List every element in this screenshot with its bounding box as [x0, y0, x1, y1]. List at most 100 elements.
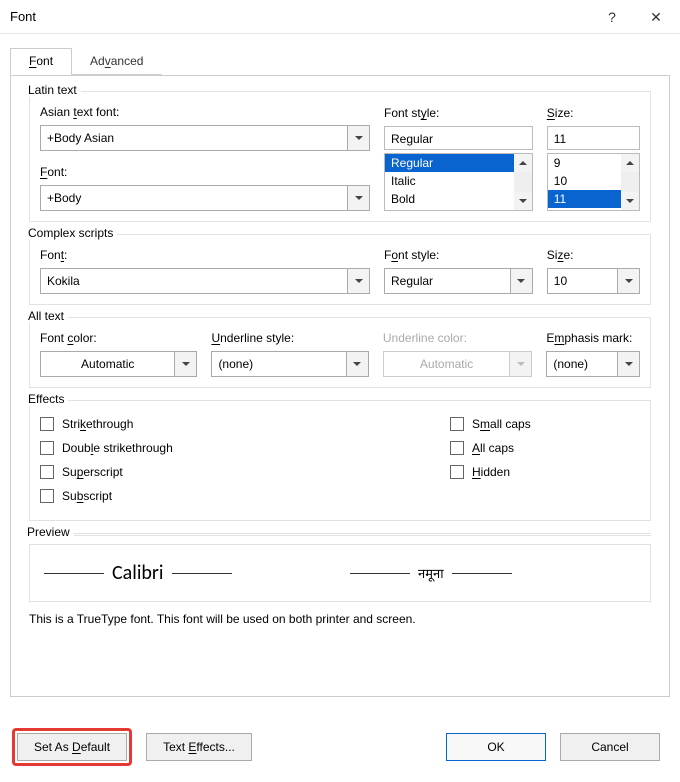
size-value: 11: [548, 127, 639, 149]
label: Superscript: [62, 465, 123, 479]
complex-size-label: Size:: [547, 248, 640, 262]
set-as-default-button[interactable]: Set As Default: [17, 733, 127, 761]
chevron-down-icon[interactable]: [347, 269, 369, 293]
group-effects-title: Effects: [28, 392, 68, 406]
complex-font-combo[interactable]: Kokila: [40, 268, 370, 294]
chevron-down-icon[interactable]: [174, 352, 196, 376]
group-preview-title: Preview: [27, 525, 74, 539]
button-label: Set As Default: [34, 740, 110, 754]
complex-size-value: 10: [548, 269, 617, 293]
asian-font-combo[interactable]: +Body Asian: [40, 125, 370, 151]
tab-font[interactable]: Font: [10, 48, 72, 75]
preview-rule: [350, 573, 410, 574]
latin-font-label: Font:: [40, 165, 370, 179]
ok-button[interactable]: OK: [446, 733, 546, 761]
label: Hidden: [472, 465, 510, 479]
font-color-label: Font color:: [40, 331, 197, 345]
font-style-listbox[interactable]: Regular Italic Bold: [384, 153, 533, 211]
asian-font-label: Asian text font:: [40, 105, 370, 119]
complex-style-value: Regular: [385, 269, 510, 293]
font-style-label: Font style:: [384, 106, 533, 120]
group-complex-scripts: Complex scripts Font: Kokila Font style:…: [29, 234, 651, 305]
group-effects: Effects Strikethrough Double strikethrou…: [29, 400, 651, 521]
checkbox-superscript[interactable]: Superscript: [40, 465, 436, 479]
scroll-down-icon[interactable]: [514, 192, 532, 210]
button-label: Text Effects...: [163, 740, 235, 754]
cancel-button[interactable]: Cancel: [560, 733, 660, 761]
underline-color-combo: Automatic: [383, 351, 532, 377]
underline-style-value: (none): [212, 352, 345, 376]
chevron-down-icon[interactable]: [617, 352, 639, 376]
preview-sample-latin: Calibri: [112, 561, 164, 585]
checkbox-icon: [40, 489, 54, 503]
complex-font-value: Kokila: [41, 269, 347, 293]
latin-font-value: +Body: [41, 186, 347, 210]
checkbox-hidden[interactable]: Hidden: [450, 465, 640, 479]
checkbox-all-caps[interactable]: All caps: [450, 441, 640, 455]
chevron-down-icon[interactable]: [346, 352, 368, 376]
complex-style-combo[interactable]: Regular: [384, 268, 533, 294]
checkbox-icon: [40, 465, 54, 479]
text-effects-button[interactable]: Text Effects...: [146, 733, 252, 761]
checkbox-icon: [450, 441, 464, 455]
emphasis-mark-combo[interactable]: (none): [546, 351, 640, 377]
checkbox-strikethrough[interactable]: Strikethrough: [40, 417, 436, 431]
checkbox-icon: [40, 417, 54, 431]
group-preview: Preview Calibri नमूना This is a TrueType…: [29, 533, 651, 626]
complex-size-combo[interactable]: 10: [547, 268, 640, 294]
font-style-input[interactable]: Regular: [384, 126, 533, 150]
group-latin-text: Latin text Asian text font: +Body Asian …: [29, 91, 651, 222]
size-input[interactable]: 11: [547, 126, 640, 150]
font-color-combo[interactable]: Automatic: [40, 351, 197, 377]
font-style-value: Regular: [385, 127, 532, 149]
tab-font-label: Font: [29, 54, 53, 68]
tab-advanced-label: Advanced: [90, 54, 143, 68]
checkbox-icon: [450, 417, 464, 431]
preview-rule: [452, 573, 512, 574]
latin-font-combo[interactable]: +Body: [40, 185, 370, 211]
tabs-area: Font Advanced Latin text Asian text font…: [0, 34, 680, 697]
checkbox-icon: [40, 441, 54, 455]
group-all-text-title: All text: [28, 309, 68, 323]
group-complex-title: Complex scripts: [28, 226, 117, 240]
list-item[interactable]: Regular: [385, 154, 532, 172]
help-button[interactable]: ?: [590, 2, 634, 32]
scrollbar[interactable]: [621, 154, 639, 210]
scroll-down-icon[interactable]: [621, 192, 639, 210]
preview-sample-complex: नमूना: [418, 564, 444, 582]
complex-style-label: Font style:: [384, 248, 533, 262]
titlebar: Font ? ✕: [0, 0, 680, 34]
list-item[interactable]: Bold: [385, 190, 532, 208]
label: Strikethrough: [62, 417, 133, 431]
checkbox-small-caps[interactable]: Small caps: [450, 417, 640, 431]
size-label: Size:: [547, 106, 640, 120]
label: Small caps: [472, 417, 531, 431]
list-item[interactable]: Italic: [385, 172, 532, 190]
label: All caps: [472, 441, 514, 455]
scroll-up-icon[interactable]: [621, 154, 639, 172]
emphasis-mark-value: (none): [547, 352, 617, 376]
checkbox-subscript[interactable]: Subscript: [40, 489, 436, 503]
preview-rule: [172, 573, 232, 574]
size-listbox[interactable]: 9 10 11: [547, 153, 640, 211]
underline-style-combo[interactable]: (none): [211, 351, 368, 377]
close-button[interactable]: ✕: [634, 2, 678, 32]
preview-hint: This is a TrueType font. This font will …: [29, 612, 651, 626]
chevron-down-icon[interactable]: [617, 269, 639, 293]
chevron-down-icon[interactable]: [510, 269, 532, 293]
button-bar: Set As Default Text Effects... OK Cancel: [0, 714, 680, 782]
chevron-down-icon[interactable]: [347, 186, 369, 210]
group-latin-text-title: Latin text: [28, 83, 81, 97]
label: Double strikethrough: [62, 441, 173, 455]
scrollbar[interactable]: [514, 154, 532, 210]
chevron-down-icon[interactable]: [347, 126, 369, 150]
window-title: Font: [10, 9, 590, 24]
highlight-set-default: Set As Default: [12, 728, 132, 766]
underline-style-label: Underline style:: [211, 331, 368, 345]
preview-rule: [44, 573, 104, 574]
scroll-up-icon[interactable]: [514, 154, 532, 172]
underline-color-value: Automatic: [384, 352, 509, 376]
tab-advanced[interactable]: Advanced: [71, 48, 162, 75]
tab-row: Font Advanced: [10, 48, 670, 76]
checkbox-double-strikethrough[interactable]: Double strikethrough: [40, 441, 436, 455]
